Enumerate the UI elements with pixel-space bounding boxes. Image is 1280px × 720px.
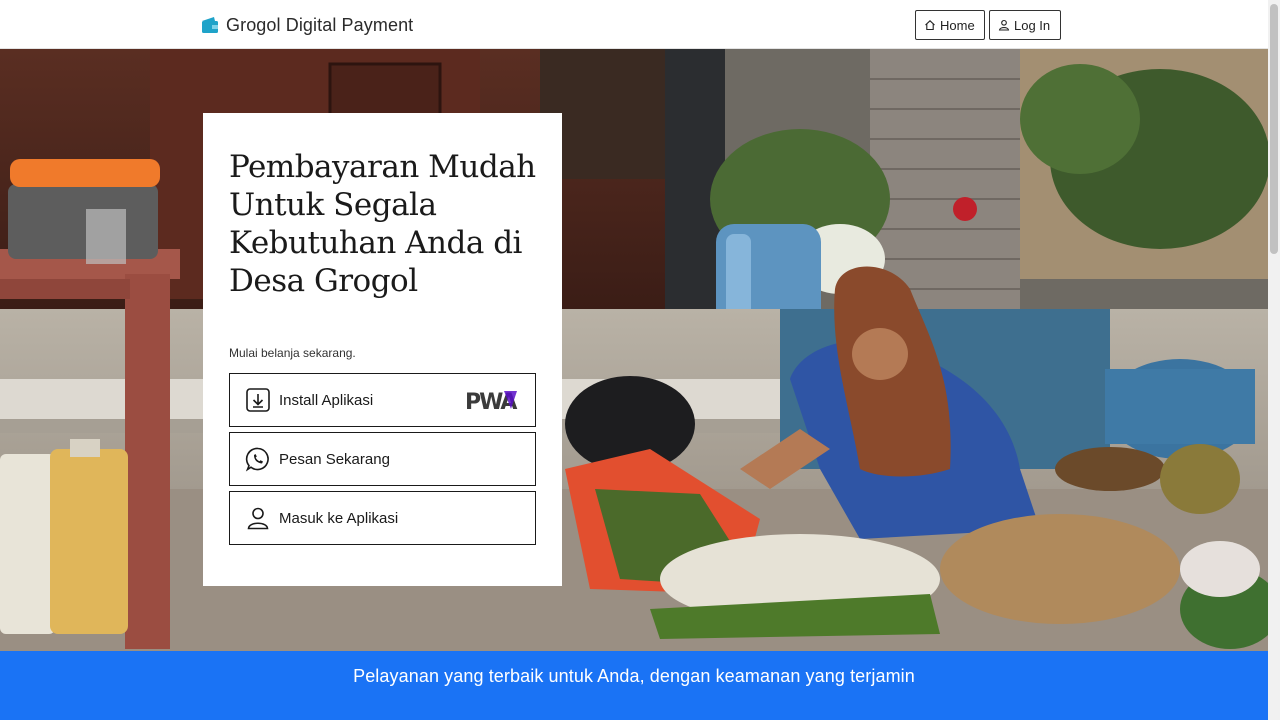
whatsapp-icon xyxy=(245,447,269,472)
pwa-logo: PWA xyxy=(465,390,519,411)
banner-text: Pelayanan yang terbaik untuk Anda, denga… xyxy=(353,666,915,686)
info-banner: Pelayanan yang terbaik untuk Anda, denga… xyxy=(0,651,1268,720)
install-app-label: Install Aplikasi xyxy=(279,391,374,409)
hero-subtitle: Mulai belanja sekarang. xyxy=(229,346,356,360)
user-icon xyxy=(247,507,269,530)
market-scene-image xyxy=(0,49,1268,651)
home-button[interactable]: Home xyxy=(915,10,985,40)
hero-card: Pembayaran Mudah Untuk Segala Kebutuhan … xyxy=(203,113,562,586)
hero-background-photo xyxy=(0,49,1268,651)
login-app-button[interactable]: Masuk ke Aplikasi xyxy=(229,491,536,545)
wallet-icon xyxy=(202,17,218,33)
top-navbar: Grogol Digital Payment Home Log In xyxy=(0,0,1268,49)
hero-title: Pembayaran Mudah Untuk Segala Kebutuhan … xyxy=(229,149,536,299)
login-app-label: Masuk ke Aplikasi xyxy=(279,509,399,527)
page-scrollbar[interactable] xyxy=(1268,0,1280,720)
login-button-label: Log In xyxy=(1014,17,1051,33)
login-button[interactable]: Log In xyxy=(989,10,1061,40)
install-app-button[interactable]: Install Aplikasi PWA xyxy=(229,373,536,427)
brand-link[interactable]: Grogol Digital Payment xyxy=(200,13,413,37)
home-button-label: Home xyxy=(940,17,975,33)
scrollbar-thumb[interactable] xyxy=(1270,4,1278,254)
stat-number-partial xyxy=(396,708,407,720)
order-now-button[interactable]: Pesan Sekarang xyxy=(229,432,536,486)
brand-name: Grogol Digital Payment xyxy=(226,14,414,35)
stat-number-partial xyxy=(812,708,823,720)
download-icon xyxy=(246,388,270,412)
home-icon xyxy=(925,20,935,31)
order-now-label: Pesan Sekarang xyxy=(279,450,390,468)
user-icon xyxy=(998,19,1010,31)
